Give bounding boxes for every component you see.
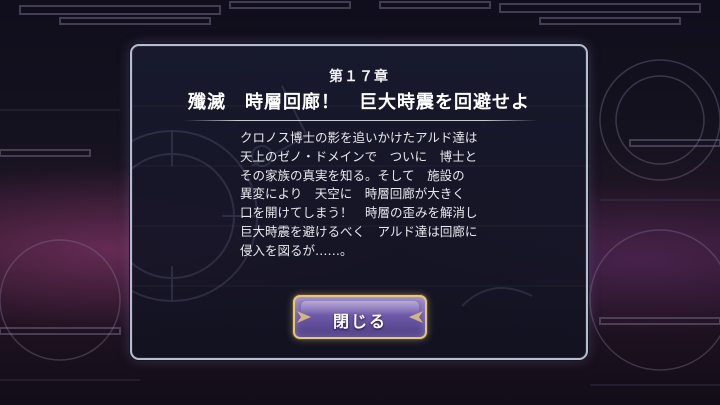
synopsis-line: 異変により 天空に 時層回廊が大きく — [240, 186, 465, 202]
close-button[interactable]: 閉じる — [293, 295, 427, 339]
chapter-title: 殲滅 時層回廊！ 巨大時震を回避せよ — [188, 92, 530, 113]
chapter-synopsis: クロノス博士の影を追いかけたアルド達は 天上のゼノ・ドメインで ついに 博士と … — [240, 129, 540, 261]
synopsis-line: 侵入を図るが……。 — [240, 242, 353, 258]
synopsis-line: 天上のゼノ・ドメインで ついに 博士と — [240, 148, 478, 164]
synopsis-line: その家族の真実を知る。そして 施設の — [240, 167, 465, 183]
chapter-number: 第１７章 — [329, 69, 389, 85]
close-button-label: 閉じる — [332, 312, 387, 331]
title-divider — [184, 120, 538, 121]
synopsis-line: 巨大時震を避けるべく アルド達は回廊に — [240, 223, 478, 239]
game-scene: 第１７章 殲滅 時層回廊！ 巨大時震を回避せよ クロノス博士の影を追いかけたアル… — [0, 0, 720, 405]
synopsis-line: 口を開けてしまう！ 時層の歪みを解消し — [240, 205, 478, 221]
synopsis-line: クロノス博士の影を追いかけたアルド達は — [240, 130, 478, 145]
chapter-dialog: 第１７章 殲滅 時層回廊！ 巨大時震を回避せよ クロノス博士の影を追いかけたアル… — [130, 44, 590, 360]
